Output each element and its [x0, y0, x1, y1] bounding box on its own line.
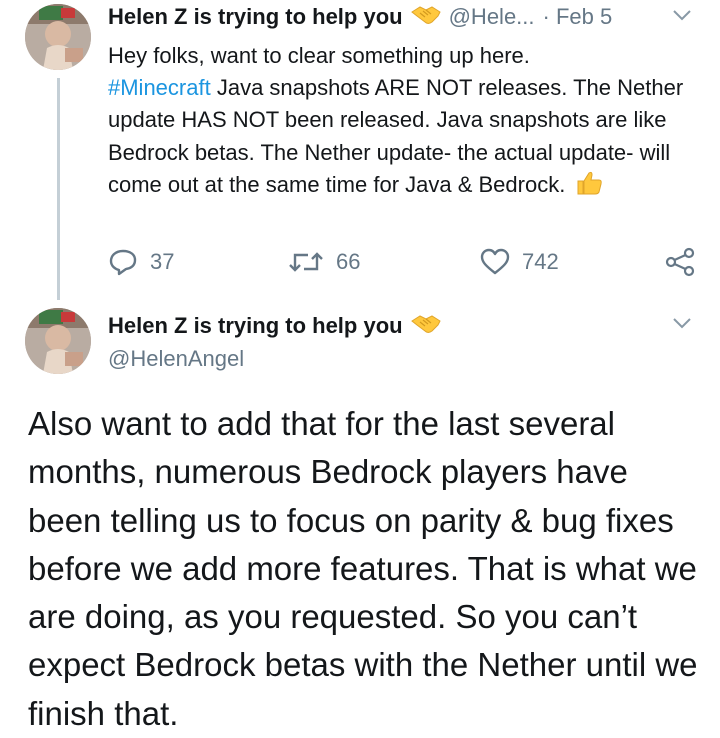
tweet-text: Also want to add that for the last sever… [28, 405, 698, 732]
display-name[interactable]: Helen Z is trying to help you [108, 313, 403, 339]
handshake-emoji-icon [410, 313, 441, 340]
retweet-icon [289, 252, 323, 272]
handshake-emoji-icon [410, 4, 441, 31]
handle-row: @HelenAngel [108, 342, 244, 376]
handle[interactable]: @HelenAngel [108, 346, 244, 372]
reply-count: 37 [150, 249, 175, 274]
retweet-count: 66 [336, 249, 361, 274]
like-button[interactable]: 742 [480, 244, 559, 280]
display-name[interactable]: Helen Z is trying to help you [108, 4, 403, 30]
tweet-1[interactable]: Helen Z is trying to help you @Hele... ·… [0, 0, 720, 300]
chevron-down-icon[interactable] [671, 316, 693, 330]
retweet-button[interactable]: 66 [288, 244, 360, 280]
reply-icon [109, 249, 137, 276]
tweet-text: Hey folks, want to clear something up he… [108, 40, 708, 205]
tweet-header: Helen Z is trying to help you [108, 309, 441, 343]
tweet-actions: 37 66 742 [108, 244, 708, 280]
thumbs-up-emoji-icon [575, 170, 603, 205]
handle[interactable]: @Hele... [449, 4, 535, 30]
heart-icon [480, 248, 510, 275]
thread-line [57, 78, 60, 300]
like-count: 742 [522, 249, 559, 274]
tweet-date[interactable]: · Feb 5 [543, 4, 613, 30]
share-icon [665, 247, 695, 277]
share-button[interactable] [665, 244, 695, 280]
avatar[interactable] [25, 4, 91, 70]
reply-button[interactable]: 37 [108, 244, 174, 280]
tweet-2[interactable]: Helen Z is trying to help you @HelenAnge… [0, 300, 720, 733]
tweet-text-start: Hey folks, want to clear something up he… [108, 43, 530, 68]
tweet-header: Helen Z is trying to help you @Hele... ·… [108, 0, 612, 34]
avatar[interactable] [25, 308, 91, 374]
hashtag-link[interactable]: #Minecraft [108, 75, 211, 100]
chevron-down-icon[interactable] [671, 8, 693, 22]
